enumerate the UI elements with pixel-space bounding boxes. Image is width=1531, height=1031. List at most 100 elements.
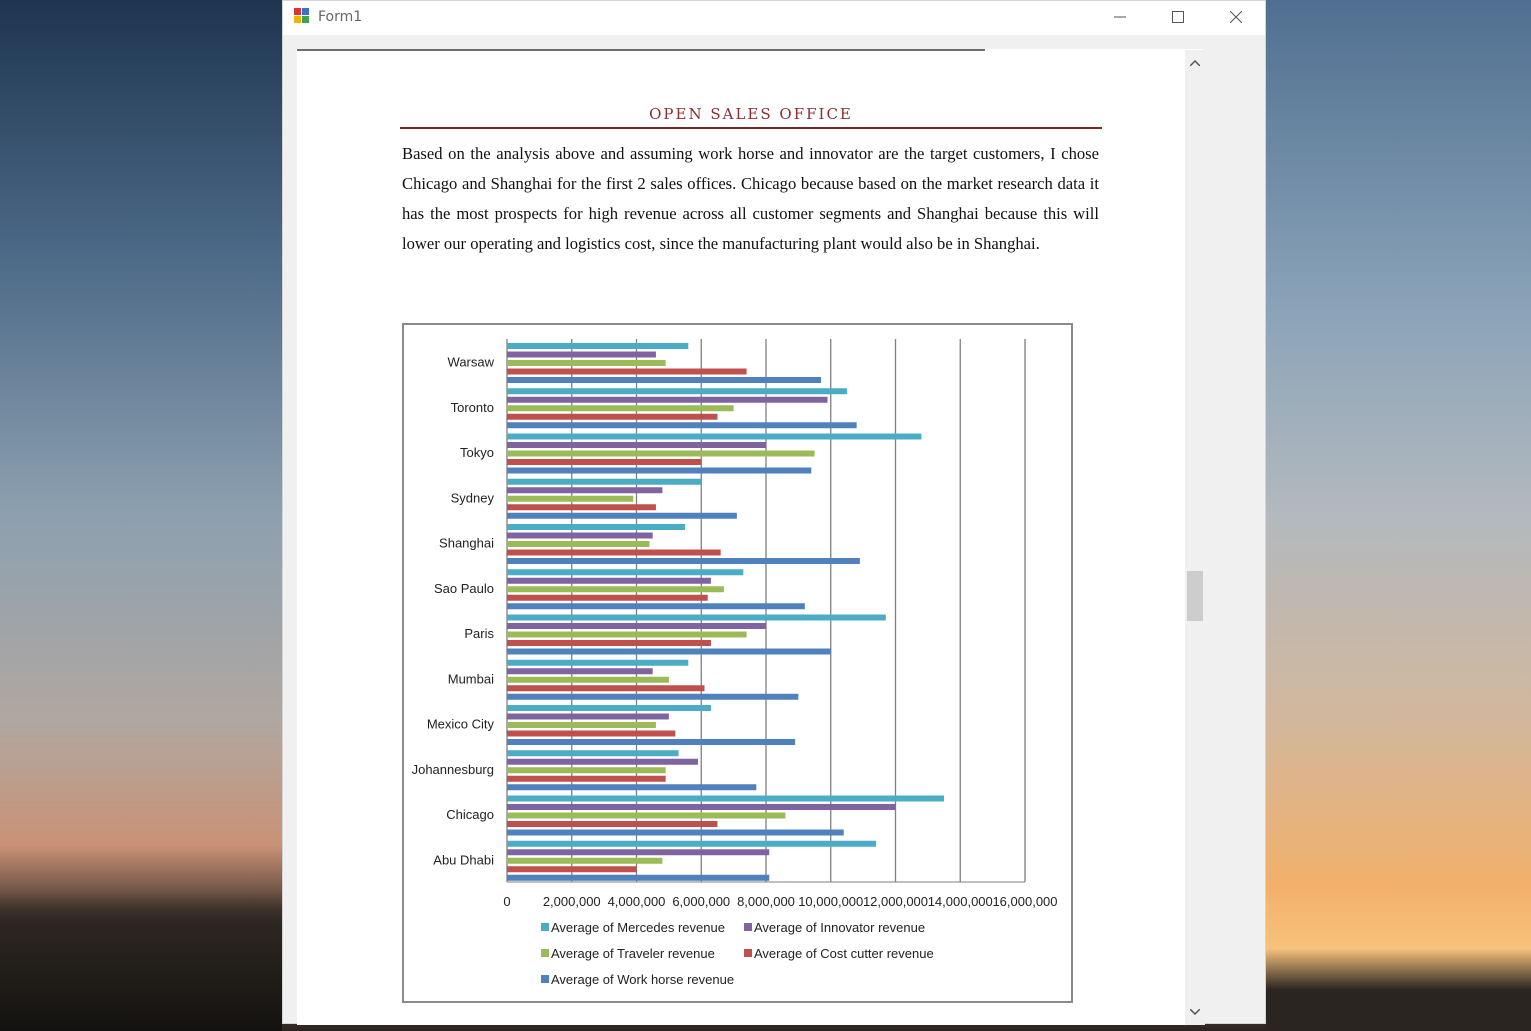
legend-label: Average of Traveler revenue [551, 946, 715, 961]
bar [507, 676, 669, 683]
revenue-chart: 0 2,000,000 4,000,000 6,000,000 8,000,000 10,… [402, 323, 1073, 1003]
bar [507, 549, 721, 556]
bar [507, 467, 812, 474]
x-tick-label: 6,000,000 [672, 894, 730, 909]
bar [507, 623, 766, 629]
form-app-icon [294, 8, 309, 23]
x-tick-label: 8,000,000 [737, 894, 795, 909]
bar [507, 659, 689, 666]
page-top-rule [297, 49, 985, 51]
bar [507, 541, 650, 547]
chevron-up-icon [1190, 60, 1200, 66]
bar [507, 705, 711, 711]
bar [507, 795, 945, 802]
chevron-down-icon [1190, 1009, 1200, 1015]
category-label: Tokyo [460, 445, 494, 460]
city-skyline [0, 891, 282, 1031]
bar [507, 558, 860, 564]
scrollbar-thumb[interactable] [1187, 571, 1203, 621]
bar [507, 459, 702, 465]
bar [507, 433, 922, 440]
desktop-wallpaper-left [0, 0, 282, 1031]
x-tick-label: 12,000,000 [863, 894, 928, 909]
revenue-chart-svg: 0 2,000,000 4,000,000 6,000,000 8,000,000 10,… [412, 339, 1058, 987]
bar [507, 821, 718, 827]
bar [507, 422, 857, 429]
bar [507, 849, 770, 856]
maximize-button[interactable] [1149, 1, 1207, 33]
bar [507, 730, 676, 737]
bar [507, 631, 747, 638]
bar [507, 640, 711, 646]
bar [507, 396, 828, 403]
bar [507, 343, 689, 349]
bar [507, 739, 796, 745]
legend-swatch [541, 975, 549, 983]
legend-swatch [744, 923, 752, 931]
bar [507, 713, 669, 720]
bar [507, 829, 844, 836]
bar [507, 603, 805, 610]
bar [507, 504, 656, 511]
category-label: Mumbai [448, 671, 494, 686]
category-label: Warsaw [448, 355, 495, 370]
legend-swatch [744, 949, 752, 957]
legend-label: Average of Cost cutter revenue [754, 946, 934, 961]
bar [507, 351, 656, 358]
category-label: Shanghai [439, 536, 494, 551]
heading-underline [400, 127, 1102, 129]
bar [507, 840, 877, 847]
legend-label: Average of Mercedes revenue [551, 920, 725, 935]
bar [507, 405, 734, 412]
legend-swatch [541, 949, 549, 957]
bar [507, 685, 705, 692]
category-label: Chicago [446, 807, 494, 822]
window-title: Form1 [318, 9, 363, 25]
title-bar[interactable]: Form1 [283, 1, 1265, 35]
body-paragraph: Based on the analysis above and assuming… [402, 144, 1099, 253]
bar [507, 648, 831, 655]
bar [507, 377, 822, 383]
category-label: Paris [464, 626, 494, 641]
category-label: Abu Dhabi [433, 852, 494, 867]
bar [507, 775, 666, 782]
bar [507, 577, 711, 584]
bar [507, 569, 744, 576]
bar [507, 442, 766, 448]
app-window: Form1 OPEN SALES OFFICE Based on the ana… [282, 0, 1266, 1025]
bar [507, 722, 656, 728]
minimize-button[interactable] [1091, 1, 1149, 33]
scroll-down-button[interactable] [1185, 1001, 1205, 1023]
minimize-icon [1114, 16, 1126, 18]
scroll-up-button[interactable] [1185, 52, 1205, 74]
x-tick-label: 16,000,000 [992, 894, 1057, 909]
close-button[interactable] [1207, 1, 1265, 33]
bar [507, 450, 815, 457]
x-tick-label: 2,000,000 [543, 894, 601, 909]
bar [507, 767, 666, 774]
section-heading: OPEN SALES OFFICE [649, 105, 853, 123]
bar [507, 495, 634, 502]
legend-swatch [541, 923, 549, 931]
x-tick-label: 4,000,000 [608, 894, 666, 909]
bar [507, 532, 653, 539]
bar [507, 866, 637, 873]
bar [507, 594, 708, 601]
x-tick-label: 0 [503, 894, 510, 909]
bar [507, 750, 679, 757]
vertical-scrollbar[interactable] [1185, 50, 1205, 1025]
bar [507, 388, 847, 395]
category-label: Sydney [451, 490, 495, 505]
bar [507, 614, 886, 621]
bar [507, 812, 786, 819]
bar [507, 360, 666, 366]
category-label: Mexico City [427, 717, 495, 732]
category-label: Toronto [451, 400, 494, 415]
category-label: Johannesburg [412, 762, 494, 777]
bar [507, 784, 757, 791]
bar [507, 524, 686, 530]
bar [507, 478, 702, 485]
desktop-wallpaper-right [1266, 0, 1531, 1031]
maximize-icon [1172, 11, 1184, 23]
document-viewer[interactable]: OPEN SALES OFFICE Based on the analysis … [297, 49, 1203, 1025]
